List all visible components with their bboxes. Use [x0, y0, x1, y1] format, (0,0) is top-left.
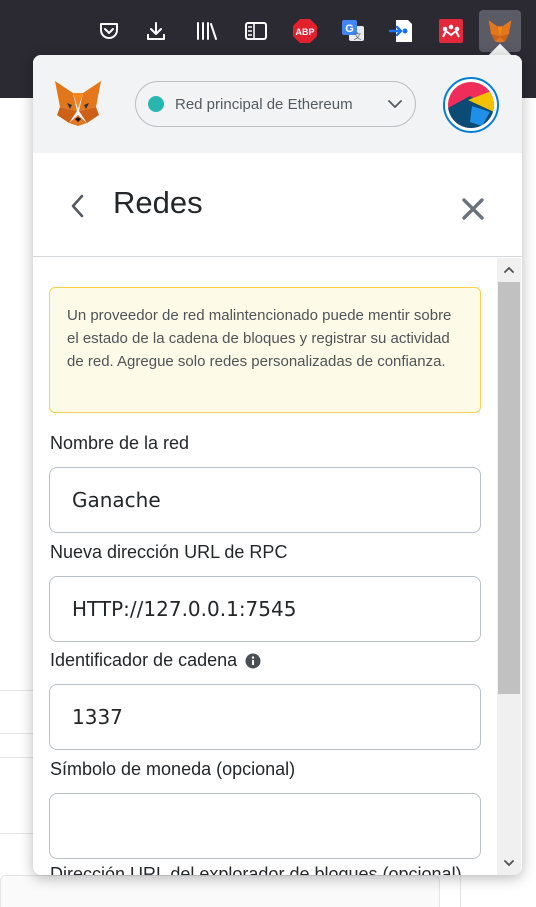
chevron-up-icon [504, 266, 514, 273]
svg-text:G: G [345, 23, 354, 35]
network-name: Red principal de Ethereum [175, 95, 353, 113]
close-icon [462, 198, 484, 220]
mendeley-icon [439, 19, 463, 43]
chevron-down-icon [388, 100, 402, 108]
rpc-url-input[interactable] [72, 597, 480, 621]
network-status-dot [148, 96, 164, 112]
metamask-header: Red principal de Ethereum [33, 55, 522, 153]
currency-symbol-input[interactable] [72, 814, 480, 838]
library-icon [197, 22, 217, 40]
chevron-left-icon [71, 194, 84, 218]
pocket-icon [100, 23, 118, 39]
info-icon[interactable] [245, 653, 261, 669]
mendeley-button[interactable] [430, 10, 472, 52]
security-warning: Un proveedor de red malintencionado pued… [49, 287, 481, 413]
scrollbar[interactable] [497, 258, 521, 875]
metamask-fox-logo[interactable] [53, 79, 103, 127]
scroll-down-button[interactable] [502, 856, 516, 870]
label-text: Nueva dirección URL de RPC [50, 542, 288, 562]
label-text: Símbolo de moneda (opcional) [50, 759, 296, 779]
downloads-button[interactable] [135, 10, 177, 52]
warning-text: Un proveedor de red malintencionado pued… [67, 307, 452, 370]
identicon [448, 82, 494, 128]
network-name-field[interactable] [49, 467, 481, 533]
svg-text:文: 文 [354, 31, 362, 41]
library-button[interactable] [186, 10, 228, 52]
metamask-extension-icon [488, 20, 512, 43]
adblock-plus-button[interactable]: ABP [284, 10, 326, 52]
chevron-down-icon [504, 860, 514, 867]
bg-divider [0, 833, 33, 834]
network-form: Un proveedor de red malintencionado pued… [33, 258, 522, 875]
currency-symbol-label: Símbolo de moneda (opcional) [50, 759, 295, 780]
bg-divider [0, 733, 33, 734]
block-explorer-label: Dirección URL del explorador de bloques … [50, 864, 462, 875]
account-avatar[interactable] [443, 77, 499, 133]
bg-divider [0, 757, 33, 758]
rpc-url-label: Nueva dirección URL de RPC [50, 542, 287, 563]
chain-id-input[interactable] [72, 705, 480, 729]
network-name-label: Nombre de la red [50, 433, 189, 454]
extension-arrow-icon [388, 20, 412, 42]
network-selector[interactable]: Red principal de Ethereum [135, 81, 416, 127]
google-translate-button[interactable]: G 文 [332, 10, 374, 52]
adblock-text: ABP [295, 27, 314, 37]
bg-divider [0, 690, 33, 691]
sidebar-icon [245, 22, 267, 40]
metamask-popup: Red principal de Ethereum Redes Un prove… [33, 55, 522, 875]
label-text: Dirección URL del explorador de bloques … [50, 864, 462, 875]
close-button[interactable] [457, 193, 489, 225]
pocket-button[interactable] [88, 10, 130, 52]
scroll-up-button[interactable] [502, 263, 516, 277]
page-title: Redes [113, 185, 203, 220]
extension-arrow-button[interactable] [380, 10, 422, 52]
adblock-plus-icon: ABP [293, 19, 317, 43]
label-text: Nombre de la red [50, 433, 190, 453]
scrollbar-thumb[interactable] [498, 282, 520, 694]
currency-symbol-field[interactable] [49, 793, 481, 859]
download-icon [147, 22, 165, 40]
bg-input-box [0, 875, 440, 907]
back-button[interactable] [63, 189, 93, 223]
label-text: Identificador de cadena [50, 650, 238, 670]
page-subheader: Redes [33, 153, 522, 257]
sidebar-button[interactable] [235, 10, 277, 52]
rpc-url-field[interactable] [49, 576, 481, 642]
google-translate-icon: G 文 [342, 20, 364, 41]
network-name-input[interactable] [72, 488, 480, 512]
chain-id-label: Identificador de cadena [50, 650, 261, 671]
chain-id-field[interactable] [49, 684, 481, 750]
